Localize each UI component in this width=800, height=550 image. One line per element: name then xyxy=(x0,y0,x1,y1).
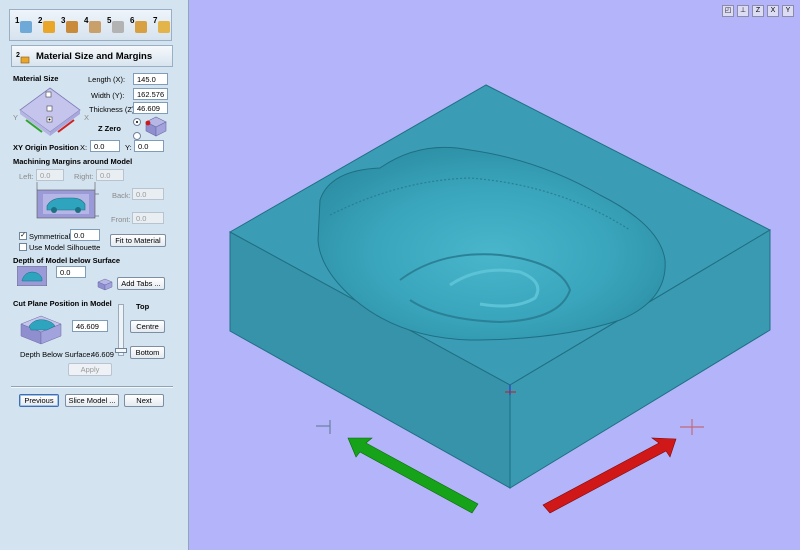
save-toolpath-icon xyxy=(158,21,170,33)
panel-separator xyxy=(11,386,173,388)
wizard-step-6-button[interactable]: 6 xyxy=(130,16,148,36)
wizard-step-4-button[interactable]: 4 xyxy=(84,16,102,36)
finishing-icon xyxy=(89,21,101,33)
material-xy-origin-diagram[interactable] xyxy=(12,84,88,140)
z-zero-bottom-radio[interactable] xyxy=(133,132,141,140)
origin-x-input[interactable]: 0.0 xyxy=(90,140,120,152)
depth-below-surface-label: Depth Below Surface: xyxy=(20,350,93,359)
symmetrical-label: Symmetrical xyxy=(29,232,71,241)
depth-input[interactable]: 0.0 xyxy=(56,266,86,278)
material-size-icon: 2 xyxy=(16,50,30,64)
length-input[interactable]: 145.0 xyxy=(133,73,168,85)
axis-y-label: Y xyxy=(13,113,19,122)
wizard-step-number: 2 xyxy=(38,16,43,25)
use-model-silhouette-checkbox[interactable] xyxy=(19,243,27,251)
y-axis-marker-icon xyxy=(316,420,331,434)
width-input[interactable]: 162.576 xyxy=(133,88,168,100)
margin-right-label: Right: xyxy=(74,172,94,181)
origin-y-label: Y: xyxy=(125,143,132,152)
length-label: Length (X): xyxy=(88,75,126,84)
depth-below-surface-value: 46.609 xyxy=(91,350,114,359)
z-zero-label: Z Zero xyxy=(98,124,121,133)
cutouts-icon xyxy=(112,21,124,33)
depth-diagram xyxy=(16,265,48,287)
margin-back-input[interactable]: 0.0 xyxy=(132,188,164,200)
wizard-step-5-button[interactable]: 5 xyxy=(107,16,125,36)
origin-y-input[interactable]: 0.0 xyxy=(134,140,164,152)
margin-back-label: Back: xyxy=(112,191,131,200)
wizard-step-number: 3 xyxy=(61,16,66,25)
margins-title: Machining Margins around Model xyxy=(13,157,133,166)
cut-plane-diagram xyxy=(17,310,65,346)
material-size-icon xyxy=(43,21,55,33)
previous-button[interactable]: Previous xyxy=(19,394,59,407)
cut-plane-title: Cut Plane Position in Model xyxy=(13,299,112,308)
thickness-label: Thickness (Z): xyxy=(89,105,137,114)
symmetrical-checkbox[interactable]: ✓ xyxy=(19,232,27,240)
origin-x-label: X: xyxy=(80,143,88,152)
wizard-step-1-button[interactable]: 1 xyxy=(15,16,33,36)
3d-viewport[interactable]: ◰ ⊥ Z X Y xyxy=(189,0,800,550)
checkmark-icon: ✓ xyxy=(20,232,26,239)
next-button[interactable]: Next xyxy=(124,394,164,407)
margin-left-label: Left: xyxy=(19,172,34,181)
axis-x-label: X xyxy=(84,113,90,122)
bottom-button[interactable]: Bottom xyxy=(130,346,165,359)
left-panel: 1 2 3 4 5 6 7 2 Material Size and Margins Mate… xyxy=(0,0,189,550)
wizard-step-7-button[interactable]: 7 xyxy=(153,16,171,36)
z-zero-block-icon xyxy=(142,114,168,138)
width-label: Width (Y): xyxy=(91,91,125,100)
depth-title: Depth of Model below Surface xyxy=(13,256,121,265)
z-zero-top-radio[interactable] xyxy=(133,118,141,126)
step-title: Material Size and Margins xyxy=(36,51,153,62)
x-axis-marker-icon xyxy=(680,419,704,435)
wizard-step-number: 4 xyxy=(84,16,89,25)
use-model-silhouette-label: Use Model Silhouette xyxy=(29,243,101,252)
wizard-step-number: 7 xyxy=(153,16,158,25)
thickness-input[interactable]: 46.609 xyxy=(133,102,168,114)
wizard-step-number: 6 xyxy=(130,16,135,25)
import-model-icon xyxy=(20,21,32,33)
cut-plane-input[interactable]: 46.609 xyxy=(72,320,108,332)
centre-button[interactable]: Centre xyxy=(130,320,165,333)
preview-icon xyxy=(135,21,147,33)
wizard-step-3-button[interactable]: 3 xyxy=(61,16,79,36)
tabs-icon xyxy=(97,277,113,291)
apply-button[interactable]: Apply xyxy=(68,363,112,376)
model-scene xyxy=(228,84,772,514)
xy-origin-label: XY Origin Position xyxy=(13,143,79,152)
margin-left-input[interactable]: 0.0 xyxy=(36,169,64,181)
cut-plane-slider-handle[interactable] xyxy=(115,348,127,353)
fit-to-material-button[interactable]: Fit to Material xyxy=(110,234,166,247)
roughing-icon xyxy=(66,21,78,33)
wizard-step-number: 1 xyxy=(15,16,20,25)
cut-plane-top-label: Top xyxy=(136,302,150,311)
step-header: 2 Material Size and Margins xyxy=(11,45,173,67)
add-tabs-button[interactable]: Add Tabs ... xyxy=(117,277,165,290)
margins-diagram xyxy=(33,182,99,224)
wizard-step-2-button[interactable]: 2 xyxy=(38,16,56,36)
wizard-step-number: 5 xyxy=(107,16,112,25)
symmetrical-margin-input[interactable]: 0.0 xyxy=(70,229,100,241)
slice-model-button[interactable]: Slice Model ... xyxy=(65,394,119,407)
step-header-number: 2 xyxy=(16,52,20,59)
material-size-title: Material Size xyxy=(13,74,59,83)
margin-front-label: Front: xyxy=(111,215,131,224)
wizard-step-toolbar: 1 2 3 4 5 6 7 xyxy=(9,9,172,41)
margin-front-input[interactable]: 0.0 xyxy=(132,212,164,224)
margin-right-input[interactable]: 0.0 xyxy=(96,169,124,181)
